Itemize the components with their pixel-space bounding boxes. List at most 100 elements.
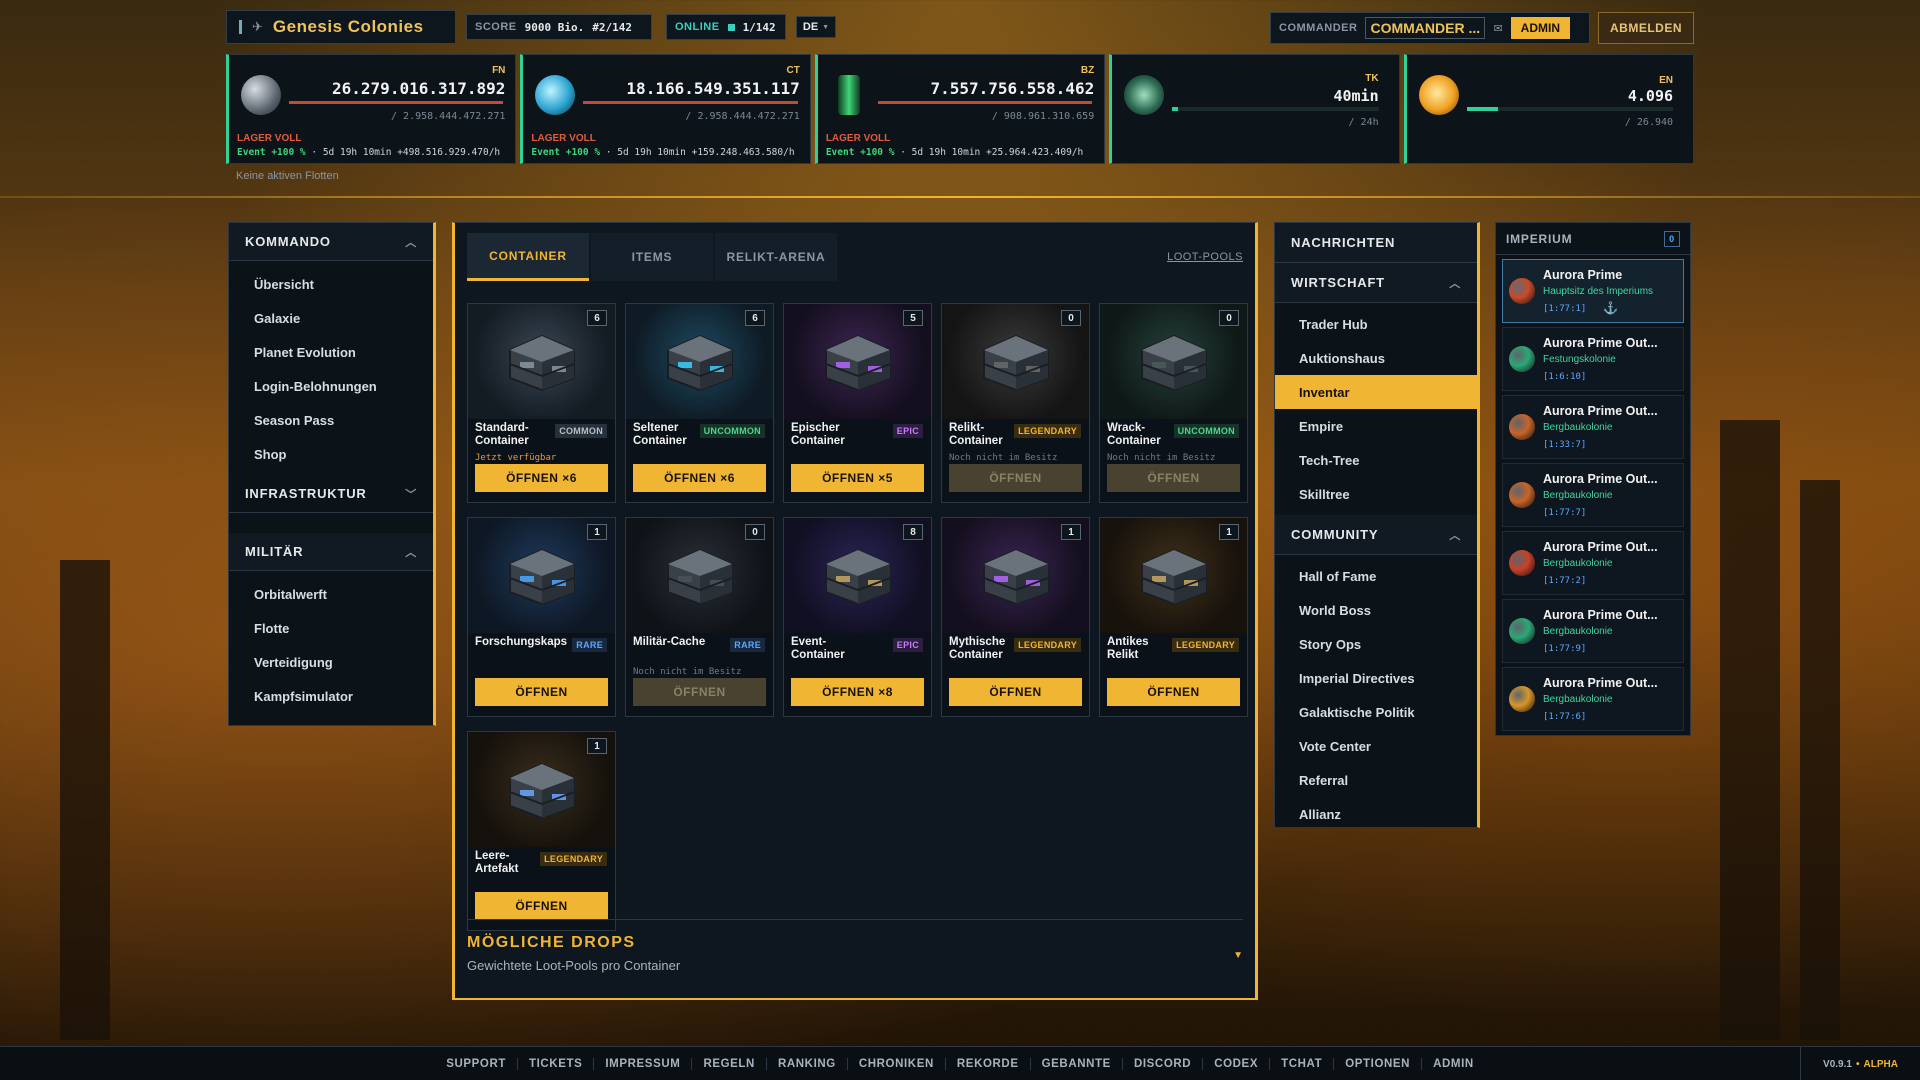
footer-link-ranking[interactable]: RANKING [767, 1057, 848, 1070]
nav-item-inventar[interactable]: Inventar [1275, 375, 1477, 409]
nav-item-vote-center[interactable]: Vote Center [1275, 729, 1477, 763]
logout-button[interactable]: ABMELDEN [1598, 12, 1694, 44]
colony-item[interactable]: Aurora Prime Out... Festungskolonie [1:6… [1502, 327, 1684, 391]
footer-link-chroniken[interactable]: CHRONIKEN [848, 1057, 946, 1070]
nav-item-uebersicht[interactable]: Übersicht [229, 267, 433, 301]
brand[interactable]: ✈ Genesis Colonies [226, 10, 456, 44]
nav-item-empire[interactable]: Empire [1275, 409, 1477, 443]
nav-item-imperial-directives[interactable]: Imperial Directives [1275, 661, 1477, 695]
nav-item-hall-of-fame[interactable]: Hall of Fame [1275, 559, 1477, 593]
nav-item-shop[interactable]: Shop [229, 437, 433, 471]
chevron-down-icon[interactable]: ▼ [1233, 950, 1243, 961]
online-pill: ONLINE 1/142 [666, 14, 786, 40]
footer-link-admin[interactable]: ADMIN [1422, 1058, 1485, 1070]
container-card[interactable]: 8 Event-Container EPIC ÖFFNEN ×8 [783, 517, 932, 717]
colony-item[interactable]: Aurora Prime Out... Bergbaukolonie [1:77… [1502, 667, 1684, 731]
possible-drops-section[interactable]: MÖGLICHE DROPS Gewichtete Loot-Pools pro… [467, 919, 1243, 973]
nav-section-wirtschaft[interactable]: WIRTSCHAFT ︿ [1275, 263, 1477, 303]
resource-en[interactable]: EN 4.096 / 26.940 [1403, 54, 1695, 164]
footer-link-impressum[interactable]: IMPRESSUM [594, 1057, 693, 1070]
colony-name: Aurora Prime Out... [1543, 404, 1658, 418]
footer-link-rekorde[interactable]: REKORDE [946, 1057, 1031, 1070]
commander-name[interactable]: COMMANDER ... [1365, 17, 1486, 39]
nav-section-community[interactable]: COMMUNITY ︿ [1275, 515, 1477, 555]
nav-item-galaktische-politik[interactable]: Galaktische Politik [1275, 695, 1477, 729]
container-card[interactable]: 6 Seltener Container UNCOMMON ÖFFNEN ×6 [625, 303, 774, 503]
resource-tk[interactable]: TK 40min / 24h [1109, 54, 1400, 164]
nav-item-referral[interactable]: Referral [1275, 763, 1477, 797]
nav-section-kommando[interactable]: KOMMANDO ︿ [229, 223, 433, 261]
open-container-button[interactable]: ÖFFNEN ×6 [475, 464, 608, 492]
colony-item[interactable]: Aurora Prime Out... Bergbaukolonie [1:77… [1502, 599, 1684, 663]
colony-coordinates[interactable]: [1:77:1] [1543, 304, 1586, 314]
nav-section-nachrichten[interactable]: NACHRICHTEN [1275, 223, 1477, 263]
tab-items[interactable]: ITEMS [591, 233, 713, 281]
footer-link-tchat[interactable]: TCHAT [1270, 1057, 1335, 1070]
chevron-up-icon: ︿ [1449, 529, 1461, 542]
colony-item[interactable]: Aurora Prime Out... Bergbaukolonie [1:33… [1502, 395, 1684, 459]
footer-link-regeln[interactable]: REGELN [692, 1057, 767, 1070]
container-card[interactable]: 0 Relikt-Container LEGENDARY Noch nicht … [941, 303, 1090, 503]
open-container-button[interactable]: ÖFFNEN [475, 678, 608, 706]
colony-coordinates[interactable]: [1:77:9] [1543, 644, 1586, 654]
nav-item-story-ops[interactable]: Story Ops [1275, 627, 1477, 661]
nav-item-auktionshaus[interactable]: Auktionshaus [1275, 341, 1477, 375]
nav-item-flotte[interactable]: Flotte [229, 611, 433, 645]
nav-item-login-belohnungen[interactable]: Login-Belohnungen [229, 369, 433, 403]
container-card[interactable]: 0 Militär-Cache RARE Noch nicht im Besit… [625, 517, 774, 717]
open-container-button[interactable]: ÖFFNEN [475, 892, 608, 920]
footer-link-gebannte[interactable]: GEBANNTE [1031, 1057, 1123, 1070]
footer-link-optionen[interactable]: OPTIONEN [1334, 1057, 1423, 1070]
open-container-button[interactable]: ÖFFNEN [949, 678, 1082, 706]
container-card[interactable]: 5 Epischer Container EPIC ÖFFNEN ×5 [783, 303, 932, 503]
footer-link-codex[interactable]: CODEX [1203, 1057, 1271, 1070]
loot-pools-link[interactable]: LOOT-POOLS [1167, 251, 1243, 263]
nav-item-kampfsimulator[interactable]: Kampfsimulator [229, 679, 433, 713]
nav-section-infrastruktur[interactable]: INFRASTRUKTUR ﹀ [229, 475, 433, 513]
open-container-button[interactable]: ÖFFNEN [949, 464, 1082, 492]
nav-item-tech-tree[interactable]: Tech-Tree [1275, 443, 1477, 477]
language-select[interactable]: DE ▼ [796, 16, 836, 38]
resource-fn[interactable]: FN 26.279.016.317.892 / 2.958.444.472.27… [226, 54, 517, 164]
colony-item[interactable]: Aurora Prime Hauptsitz des Imperiums [1:… [1502, 259, 1684, 323]
nav-item-planet-evolution[interactable]: Planet Evolution [229, 335, 433, 369]
footer-link-support[interactable]: SUPPORT [435, 1057, 518, 1070]
nav-item-trader-hub[interactable]: Trader Hub [1275, 307, 1477, 341]
open-container-button[interactable]: ÖFFNEN ×5 [791, 464, 924, 492]
colony-coordinates[interactable]: [1:6:10] [1543, 372, 1586, 382]
nav-item-allianz[interactable]: Allianz [1275, 797, 1477, 831]
nav-item-world-boss[interactable]: World Boss [1275, 593, 1477, 627]
colony-coordinates[interactable]: [1:33:7] [1543, 440, 1586, 450]
container-card[interactable]: 1 Antikes Relikt LEGENDARY ÖFFNEN [1099, 517, 1248, 717]
container-card[interactable]: 1 Mythische Container LEGENDARY ÖFFNEN [941, 517, 1090, 717]
message-icon[interactable]: ✉ [1493, 22, 1502, 35]
resource-status: LAGER VOLL [531, 133, 596, 144]
container-card[interactable]: 0 Wrack-Container UNCOMMON Noch nicht im… [1099, 303, 1248, 503]
resource-ct[interactable]: CT 18.166.549.351.117 / 2.958.444.472.27… [520, 54, 811, 164]
admin-badge[interactable]: ADMIN [1510, 17, 1570, 39]
open-container-button[interactable]: ÖFFNEN [1107, 464, 1240, 492]
container-card[interactable]: 1 Forschungskaps RARE ÖFFNEN [467, 517, 616, 717]
container-card[interactable]: 1 Leere-Artefakt LEGENDARY ÖFFNEN [467, 731, 616, 931]
container-card[interactable]: 6 Standard-Container COMMON Jetzt verfüg… [467, 303, 616, 503]
nav-item-season-pass[interactable]: Season Pass [229, 403, 433, 437]
colony-coordinates[interactable]: [1:77:7] [1543, 508, 1586, 518]
nav-section-militaer[interactable]: MILITÄR ︿ [229, 533, 433, 571]
nav-item-orbitalwerft[interactable]: Orbitalwerft [229, 577, 433, 611]
open-container-button[interactable]: ÖFFNEN [1107, 678, 1240, 706]
colony-item[interactable]: Aurora Prime Out... Bergbaukolonie [1:77… [1502, 463, 1684, 527]
colony-coordinates[interactable]: [1:77:6] [1543, 712, 1586, 722]
colony-coordinates[interactable]: [1:77:2] [1543, 576, 1586, 586]
resource-bz[interactable]: BZ 7.557.756.558.462 / 908.961.310.659 L… [814, 54, 1106, 164]
open-container-button[interactable]: ÖFFNEN [633, 678, 766, 706]
footer-link-tickets[interactable]: TICKETS [518, 1057, 595, 1070]
nav-item-verteidigung[interactable]: Verteidigung [229, 645, 433, 679]
nav-item-galaxie[interactable]: Galaxie [229, 301, 433, 335]
tab-relikt-arena[interactable]: RELIKT-ARENA [715, 233, 837, 281]
open-container-button[interactable]: ÖFFNEN ×8 [791, 678, 924, 706]
colony-item[interactable]: Aurora Prime Out... Bergbaukolonie [1:77… [1502, 531, 1684, 595]
open-container-button[interactable]: ÖFFNEN ×6 [633, 464, 766, 492]
footer-link-discord[interactable]: DISCORD [1123, 1057, 1204, 1070]
nav-item-skilltree[interactable]: Skilltree [1275, 477, 1477, 511]
tab-container[interactable]: CONTAINER [467, 233, 589, 281]
